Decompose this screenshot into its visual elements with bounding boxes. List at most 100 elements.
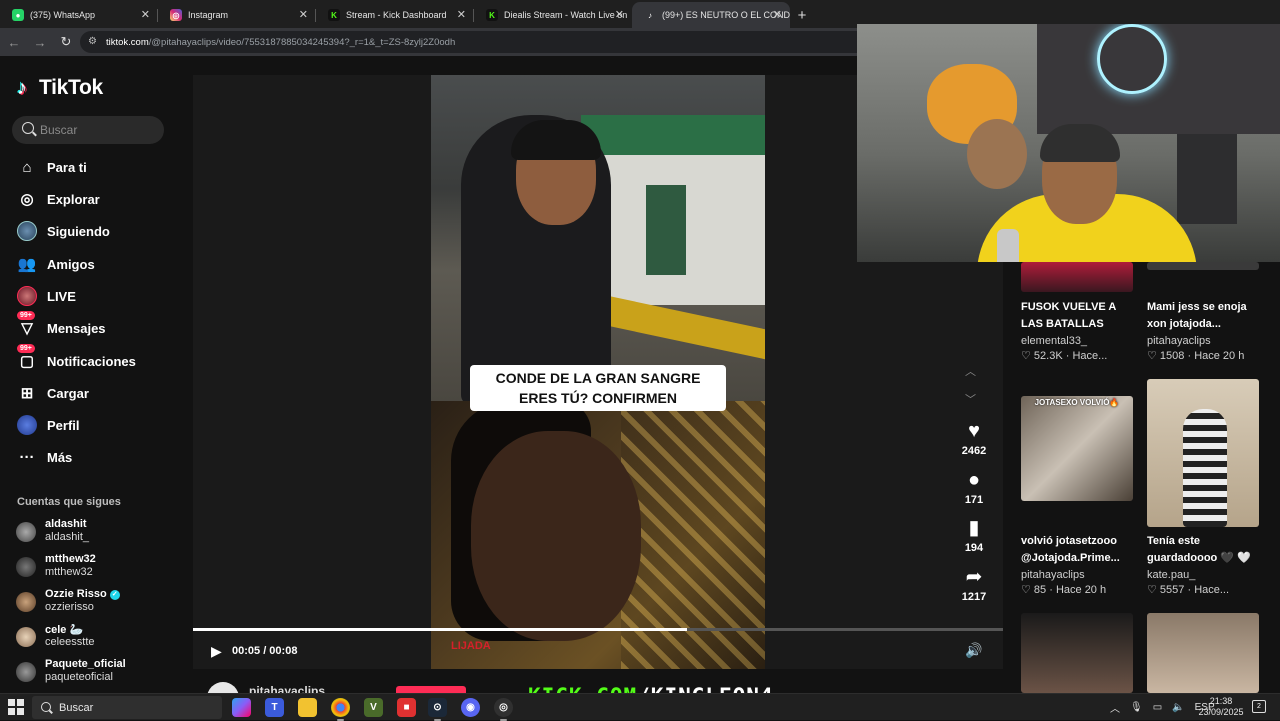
tab-whatsapp[interactable]: ● (375) WhatsApp ✕ — [0, 2, 158, 28]
search-icon — [41, 702, 51, 712]
nav-label: Más — [47, 449, 73, 465]
taskbar: Buscar T V ■ ⊙ ◉ ◎ ︿ 🎙 ▭ 🔈 ESP 21:38 23/… — [0, 693, 1280, 721]
messages-icon: ▽ 99+ — [16, 311, 38, 339]
avatar[interactable] — [207, 682, 239, 693]
video-frame[interactable]: CONDE DE LA GRAN SANGRE ERES TÚ? CONFIRM… — [431, 75, 765, 669]
clock-time: 21:38 — [1209, 696, 1233, 706]
nav-label: Notificaciones — [47, 353, 136, 369]
search-input[interactable]: Buscar — [12, 116, 164, 144]
video-stats: ♡ 85 · Hace 20 h — [1021, 584, 1107, 596]
nav-label: Explorar — [47, 191, 100, 207]
tab-title: Diealis Stream - Watch Live on — [504, 10, 628, 20]
nav-live[interactable]: LIVE — [16, 284, 186, 308]
account-name: cele 🦢 — [45, 624, 84, 636]
reload-icon[interactable]: ↻ — [54, 30, 78, 54]
chevron-up-icon[interactable]: ︿ — [1110, 700, 1120, 715]
tab-tiktok[interactable]: ♪ (99+) ES NEUTRO O EL CONDE ✕ — [632, 2, 790, 28]
comment-icon: ● — [967, 469, 981, 491]
like-button[interactable]: ♥ 2462 — [953, 419, 995, 457]
previous-video-icon[interactable]: ︿ — [965, 363, 976, 379]
obs-icon[interactable]: ◎ — [494, 698, 513, 721]
discord-icon[interactable]: ◉ — [461, 698, 480, 717]
follow-button[interactable] — [396, 686, 466, 693]
bookmark-icon: ▮ — [968, 517, 980, 539]
copilot-icon[interactable] — [232, 698, 251, 717]
tab-kick-dashboard[interactable]: K Stream - Kick Dashboard ✕ — [316, 2, 474, 28]
tab-kick-stream[interactable]: K Diealis Stream - Watch Live on ✕ — [474, 2, 632, 28]
video-title: Tenía este guardadoooo 🖤 🤍 — [1147, 535, 1251, 564]
followed-account[interactable]: mtthew32 mtthew32 — [16, 553, 186, 581]
game-app-icon[interactable]: V — [364, 698, 383, 717]
upload-icon: ⊞ — [20, 385, 34, 402]
nav-profile[interactable]: Perfil — [16, 413, 186, 437]
clock-date: 23/09/2025 — [1198, 707, 1244, 717]
file-explorer-icon[interactable] — [298, 698, 317, 717]
speaker-icon[interactable]: 🔈 — [1172, 702, 1184, 713]
close-icon[interactable]: ✕ — [457, 8, 466, 21]
tiktok-logo[interactable]: ♪ TikTok — [17, 76, 103, 100]
steam-icon[interactable]: ⊙ — [428, 698, 447, 721]
network-icon[interactable]: ▭ — [1153, 702, 1162, 713]
taskbar-search[interactable]: Buscar — [32, 696, 222, 719]
close-icon[interactable]: ✕ — [773, 8, 782, 21]
tab-title: Instagram — [188, 10, 229, 20]
nav-label: LIVE — [47, 288, 76, 304]
video-progress-bar[interactable] — [193, 628, 1003, 631]
followed-account[interactable]: Ozzie Risso ✓ ozzierisso — [16, 588, 186, 616]
teams-icon[interactable]: T — [265, 698, 284, 717]
nav-notifications[interactable]: ▢ 99+ Notificaciones — [16, 344, 186, 373]
tiktok-sidebar: ♪ TikTok Buscar ⌂ Para ti ◎ Explorar Sig… — [0, 56, 190, 693]
nav-upload[interactable]: ⊞ Cargar — [16, 381, 186, 405]
comment-count: 171 — [964, 494, 984, 506]
url-path: /@pitahayaclips/video/755318788503424539… — [148, 36, 456, 48]
chrome-icon[interactable] — [331, 698, 350, 721]
nav-explore[interactable]: ◎ Explorar — [16, 187, 186, 211]
next-video-icon[interactable]: ﹀ — [965, 391, 976, 407]
nav-following[interactable]: Siguiendo — [16, 219, 186, 243]
notifications-badge: 99+ — [17, 344, 35, 353]
tab-instagram[interactable]: ◎ Instagram ✕ — [158, 2, 316, 28]
share-button[interactable]: ➦ 1217 — [953, 565, 995, 603]
nav-for-you[interactable]: ⌂ Para ti — [16, 155, 186, 179]
media-app-icon[interactable]: ■ — [397, 698, 416, 717]
play-icon[interactable]: ▶ — [211, 643, 222, 660]
site-info-icon[interactable]: ⚙ — [88, 36, 97, 47]
address-bar[interactable]: ⚙ tiktok.com/@pitahayaclips/video/755318… — [80, 31, 870, 53]
video-author: elemental33_ — [1021, 335, 1088, 347]
new-tab-button[interactable]: + — [790, 2, 814, 28]
kick-icon: K — [486, 9, 498, 21]
like-count: 2462 — [961, 445, 987, 457]
followed-account[interactable]: Paquete_oficial paqueteoficial — [16, 658, 186, 686]
whatsapp-icon: ● — [12, 9, 24, 21]
microphone-icon[interactable]: 🎙 — [1130, 702, 1143, 713]
avatar — [16, 557, 36, 577]
notification-center-icon[interactable]: 2 — [1252, 700, 1266, 713]
video-thumbnail — [1147, 262, 1259, 270]
video-stats: ♡ 1508 · Hace 20 h — [1147, 350, 1245, 362]
close-icon[interactable]: ✕ — [615, 8, 624, 21]
video-author: pitahayaclips — [1021, 569, 1085, 581]
close-icon[interactable]: ✕ — [299, 8, 308, 21]
profile-avatar-icon — [16, 414, 38, 436]
comment-button[interactable]: ● 171 — [953, 468, 995, 506]
video-author[interactable]: pitahayaclips — [249, 684, 325, 693]
followed-account[interactable]: cele 🦢 celeesstte — [16, 623, 186, 651]
video-stats: ♡ 52.3K · Hace... — [1021, 350, 1108, 362]
save-button[interactable]: ▮ 194 — [953, 516, 995, 554]
close-icon[interactable]: ✕ — [141, 8, 150, 21]
forward-icon[interactable]: → — [28, 30, 52, 54]
nav-more[interactable]: ··· Más — [16, 445, 186, 469]
taskbar-clock[interactable]: 21:38 23/09/2025 — [1198, 696, 1244, 718]
nav-messages[interactable]: ▽ 99+ Mensajes — [16, 311, 186, 340]
nav-friends[interactable]: 👥 Amigos — [16, 252, 186, 276]
volume-icon[interactable]: 🔊 — [965, 642, 982, 659]
caption-line: ERES TÚ? CONFIRMEN — [519, 390, 677, 406]
account-name: Paquete_oficial — [45, 658, 126, 670]
back-icon[interactable]: ← — [2, 30, 26, 54]
nav-label: Perfil — [47, 417, 80, 433]
windows-start-icon[interactable] — [8, 699, 24, 715]
followed-account[interactable]: aldashit aldashit_ — [16, 518, 186, 546]
account-handle: paqueteoficial — [45, 671, 113, 683]
account-name: aldashit — [45, 518, 87, 530]
home-icon: ⌂ — [22, 158, 32, 176]
